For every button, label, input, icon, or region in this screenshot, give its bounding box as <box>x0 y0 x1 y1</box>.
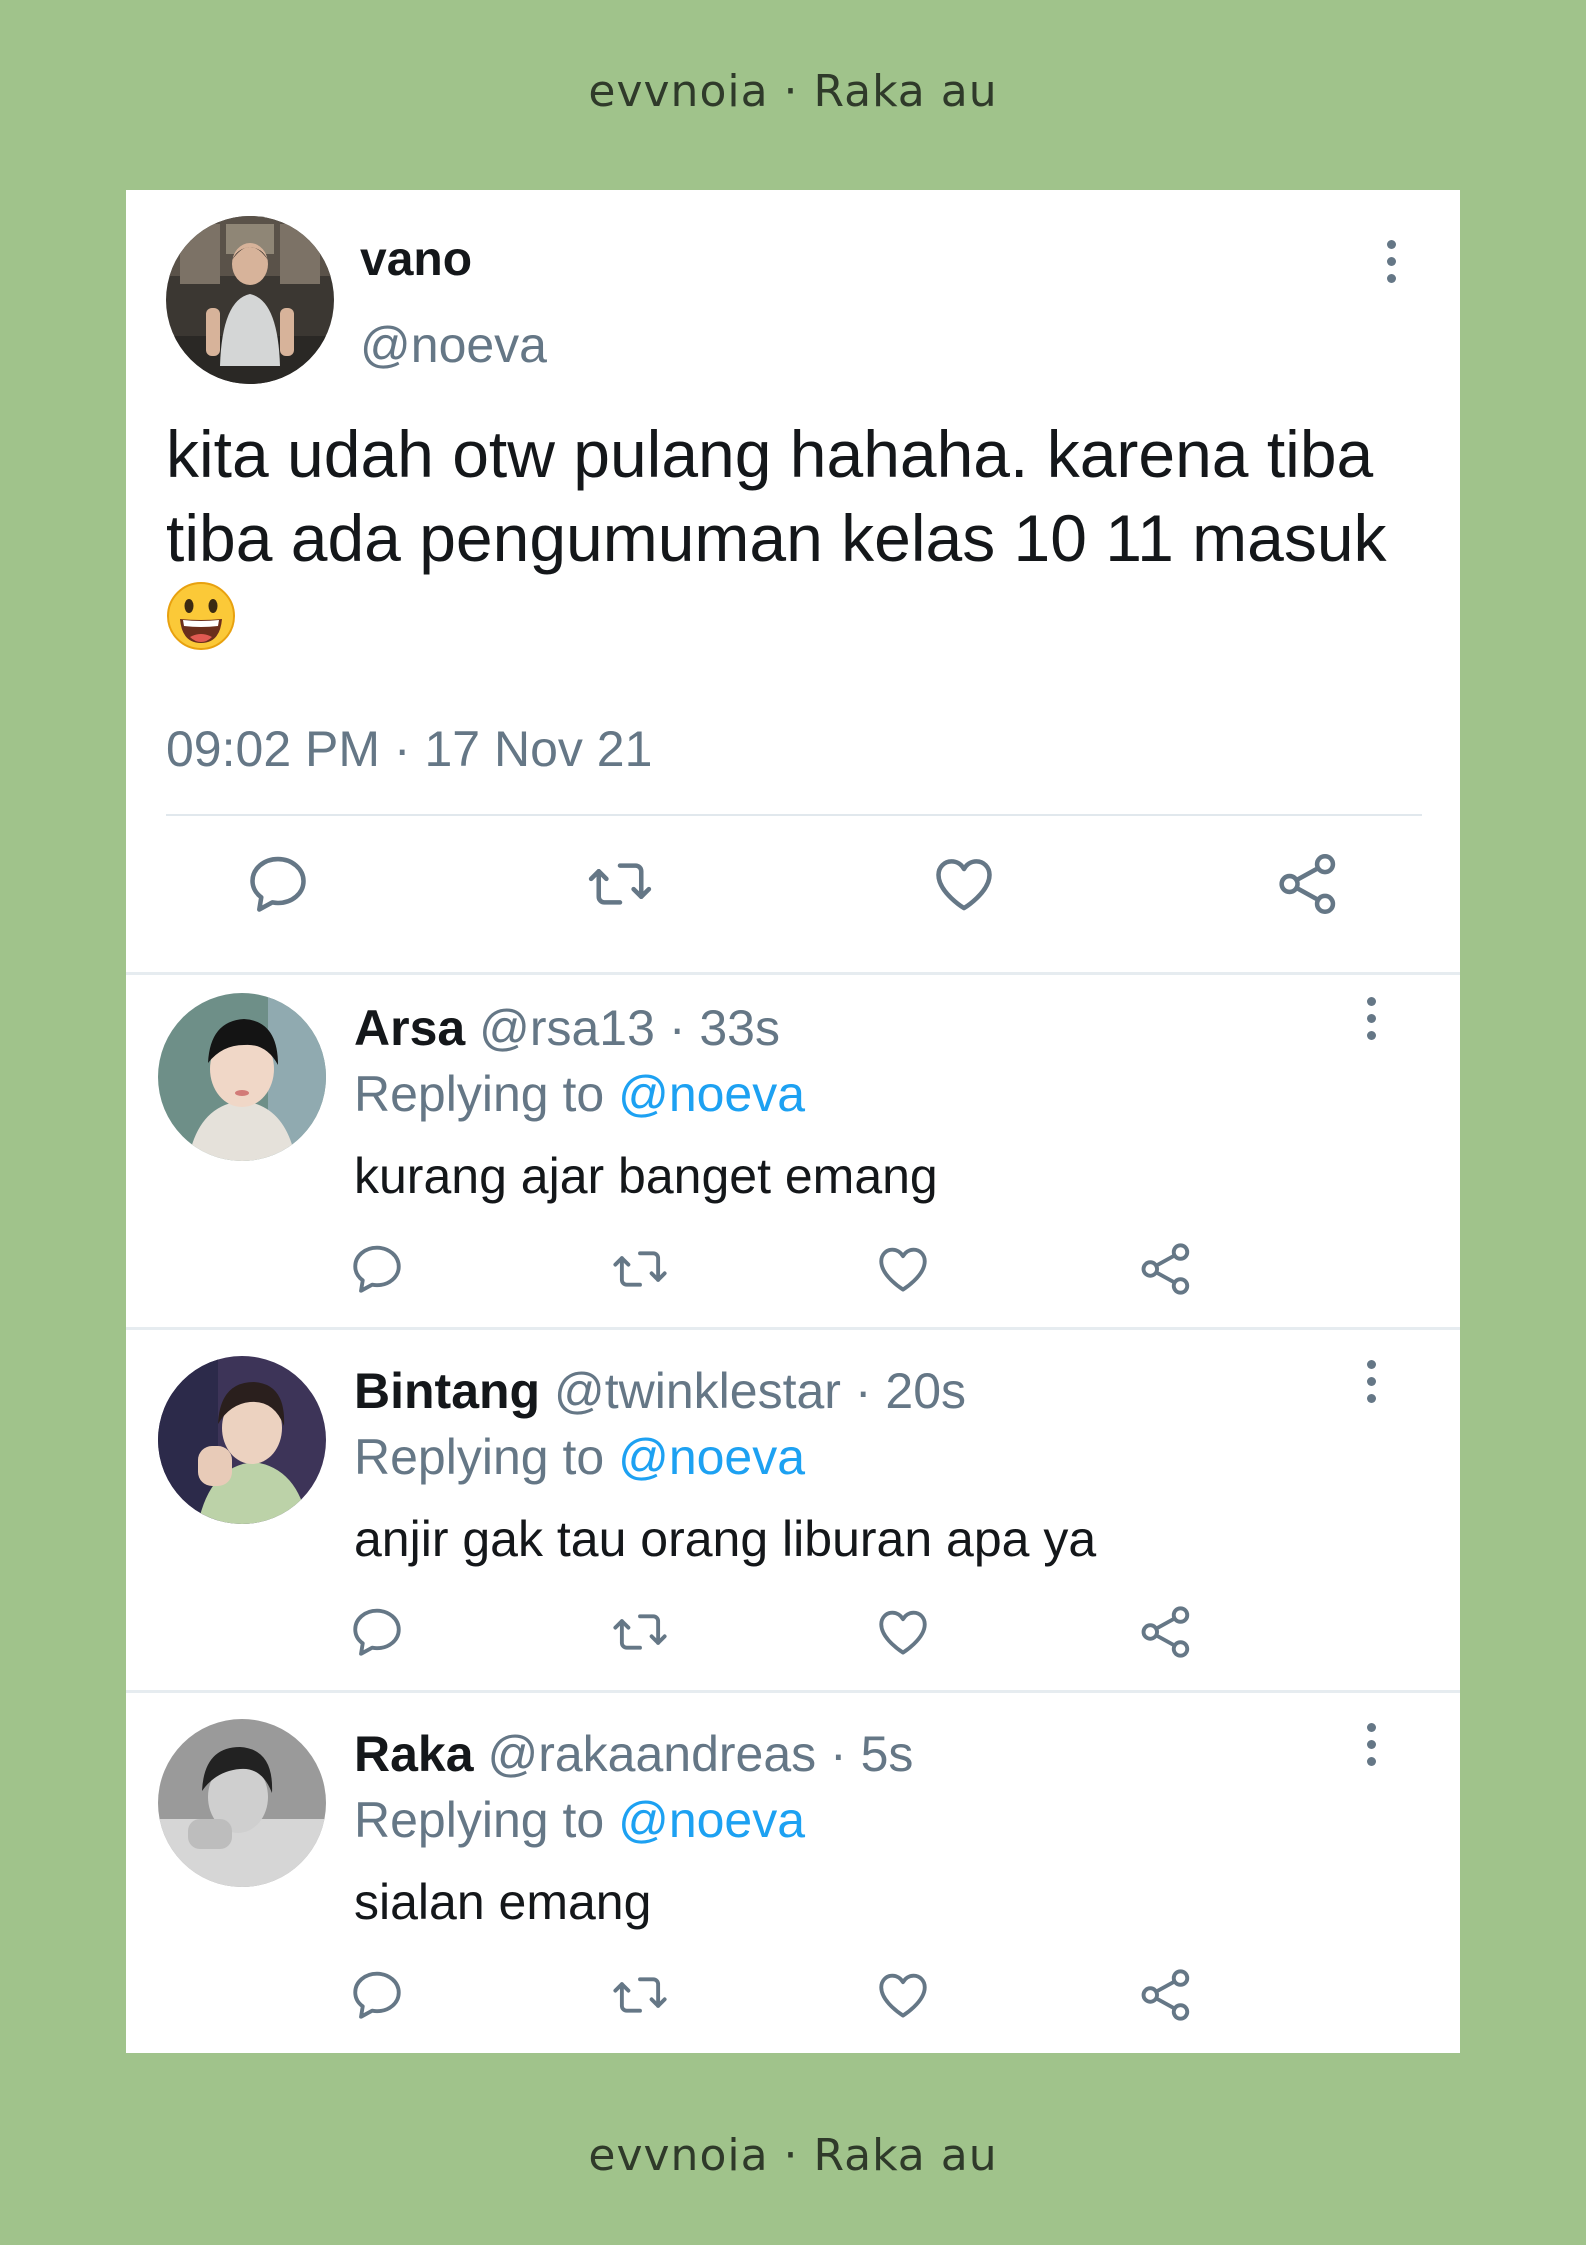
reply-time: 20s <box>885 1363 967 1419</box>
more-icon[interactable] <box>1387 240 1396 283</box>
more-icon[interactable] <box>1367 1360 1376 1403</box>
reply-header: Raka @rakaandreas · 5s <box>354 1726 914 1782</box>
caption-top: evvnoia · Raka au <box>588 66 998 117</box>
reply-time: 33s <box>699 1000 780 1056</box>
main-tweet: vano @noeva kita udah otw pulang hahaha.… <box>126 190 1460 972</box>
reply-tweet-raka: Raka @rakaandreas · 5s Replying to @noev… <box>126 1701 1460 2063</box>
like-icon[interactable] <box>874 1240 932 1298</box>
retweet-icon[interactable] <box>586 850 654 918</box>
author-handle[interactable]: @rakaandreas <box>487 1726 816 1782</box>
retweet-icon[interactable] <box>611 1240 669 1298</box>
tweet-timestamp: 09:02 PM · 17 Nov 21 <box>166 721 653 777</box>
reply-text: anjir gak tau orang liburan apa ya <box>354 1511 1097 1567</box>
author-handle[interactable]: @noeva <box>360 316 547 374</box>
share-icon[interactable] <box>1137 1966 1195 2024</box>
more-icon[interactable] <box>1367 997 1376 1040</box>
like-icon[interactable] <box>874 1603 932 1661</box>
smiley-emoji-icon <box>166 581 236 670</box>
replying-to: Replying to @noeva <box>354 1066 806 1122</box>
author-name[interactable]: vano <box>360 232 472 287</box>
like-icon[interactable] <box>874 1966 932 2024</box>
mention-link[interactable]: @noeva <box>618 1066 805 1122</box>
share-icon[interactable] <box>1137 1240 1195 1298</box>
avatar[interactable] <box>158 1356 326 1524</box>
replying-to: Replying to @noeva <box>354 1429 806 1485</box>
avatar[interactable] <box>158 993 326 1161</box>
like-icon[interactable] <box>930 850 998 918</box>
reply-text: sialan emang <box>354 1874 652 1930</box>
reply-header: Bintang @twinklestar · 20s <box>354 1363 967 1419</box>
author-handle[interactable]: @twinklestar <box>554 1363 841 1419</box>
separator <box>126 1327 1460 1330</box>
reply-icon[interactable] <box>348 1966 406 2024</box>
more-icon[interactable] <box>1367 1723 1376 1766</box>
share-icon[interactable] <box>1137 1603 1195 1661</box>
author-handle[interactable]: @rsa13 <box>479 1000 655 1056</box>
reply-tweet-arsa: Arsa @rsa13 · 33s Replying to @noeva kur… <box>126 975 1460 1337</box>
reply-icon[interactable] <box>244 850 312 918</box>
retweet-icon[interactable] <box>611 1603 669 1661</box>
tweet-thread-card: vano @noeva kita udah otw pulang hahaha.… <box>126 190 1460 2053</box>
reply-icon[interactable] <box>348 1603 406 1661</box>
author-name[interactable]: Raka <box>354 1726 474 1782</box>
divider <box>166 814 1422 816</box>
reply-time: 5s <box>860 1726 914 1782</box>
author-name[interactable]: Arsa <box>354 1000 465 1056</box>
reply-text: kurang ajar banget emang <box>354 1148 938 1204</box>
caption-bottom: evvnoia · Raka au <box>588 2130 998 2181</box>
retweet-icon[interactable] <box>611 1966 669 2024</box>
replying-to: Replying to @noeva <box>354 1792 806 1848</box>
avatar[interactable] <box>166 216 334 384</box>
author-name[interactable]: Bintang <box>354 1363 540 1419</box>
reply-header: Arsa @rsa13 · 33s <box>354 1000 780 1056</box>
separator <box>126 1690 1460 1693</box>
reply-tweet-bintang: Bintang @twinklestar · 20s Replying to @… <box>126 1338 1460 1700</box>
reply-icon[interactable] <box>348 1240 406 1298</box>
mention-link[interactable]: @noeva <box>618 1792 805 1848</box>
avatar[interactable] <box>158 1719 326 1887</box>
mention-link[interactable]: @noeva <box>618 1429 805 1485</box>
tweet-text: kita udah otw pulang hahaha. karena tiba… <box>166 412 1426 670</box>
share-icon[interactable] <box>1274 850 1342 918</box>
